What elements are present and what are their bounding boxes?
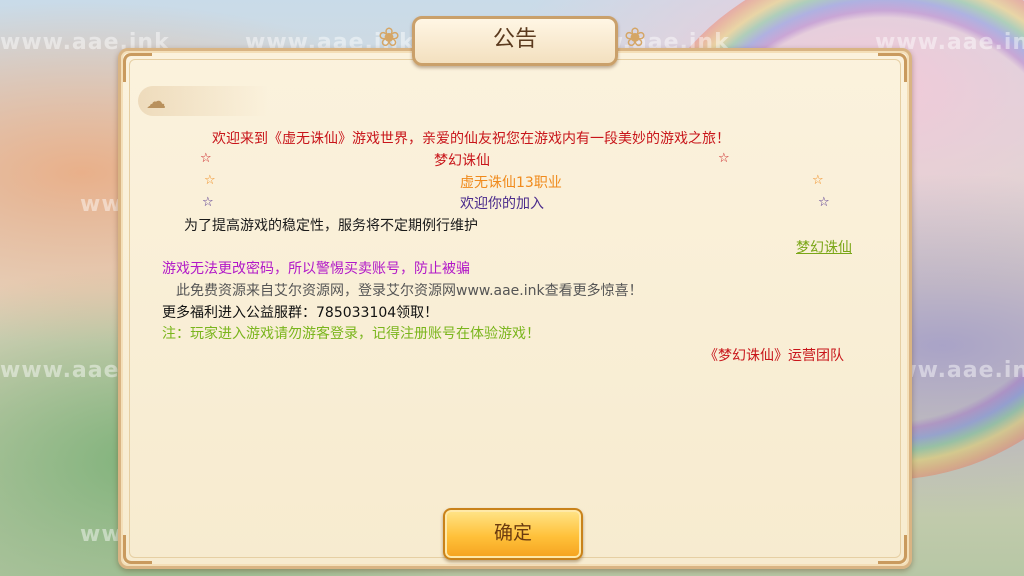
star-icon: ☆: [204, 173, 216, 188]
team-signature: 《梦幻诛仙》运营团队: [704, 348, 844, 364]
star-icon: ☆: [200, 151, 212, 166]
game-name-text: 梦幻诛仙: [434, 153, 490, 169]
note-text: 注：玩家进入游戏请勿游客登录，记得注册账号在体验游戏！: [162, 326, 540, 342]
corner-ornament: [123, 53, 152, 82]
welcome-text: 欢迎来到《虚无诛仙》游戏世界，亲爱的仙友祝您在游戏内有一段美妙的游戏之旅！: [212, 131, 730, 147]
source-text: 此免费资源来自艾尔资源网，登录艾尔资源网www.aae.ink查看更多惊喜！: [176, 283, 643, 299]
corner-ornament: [878, 53, 907, 82]
join-text: 欢迎你的加入: [460, 196, 544, 212]
star-icon: ☆: [812, 173, 824, 188]
game-link[interactable]: 梦幻诛仙: [796, 237, 852, 257]
dialog-title: 公告: [492, 27, 537, 52]
confirm-button-label: 确定: [493, 522, 532, 544]
cloud-ornament-icon: ☁: [138, 86, 268, 116]
corner-ornament: [123, 535, 152, 564]
dialog-title-plate: 公告: [412, 16, 618, 66]
lotus-ornament-icon: ❀: [624, 23, 646, 53]
corner-ornament: [878, 535, 907, 564]
star-icon: ☆: [202, 195, 214, 210]
star-icon: ☆: [718, 151, 730, 166]
star-icon: ☆: [818, 195, 830, 210]
lotus-ornament-icon: ❀: [378, 23, 400, 53]
maintenance-text: 为了提高游戏的稳定性，服务将不定期例行维护: [184, 218, 478, 234]
group-text: 更多福利进入公益服群：785033104领取！: [162, 305, 439, 321]
warning-text: 游戏无法更改密码，所以警惕买卖账号，防止被骗: [162, 261, 470, 277]
jobs-text: 虚无诛仙13职业: [460, 175, 562, 191]
confirm-button[interactable]: 确定: [443, 508, 583, 560]
